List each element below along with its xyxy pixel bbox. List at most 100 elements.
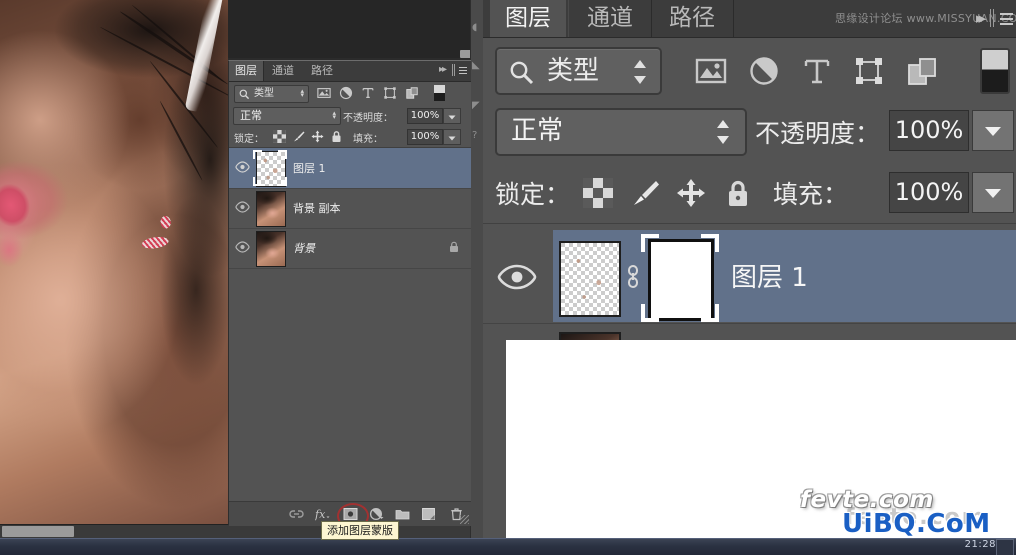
lock-all-icon[interactable] [723,178,753,208]
opacity-label: 不透明度： [755,119,881,148]
eye-icon[interactable] [497,264,537,290]
document-photo[interactable] [0,0,228,524]
tab-layers-small[interactable]: 图层 [229,61,264,81]
opacity-label-small: 不透明度： [343,113,393,124]
panel-menu-icon-small[interactable] [457,65,468,76]
fill-label-small: 填充： [353,134,383,145]
layer-style-icon[interactable]: fx [315,507,330,521]
search-icon [510,61,534,85]
new-layer-icon[interactable] [421,507,436,521]
eye-icon[interactable] [235,241,250,253]
lock-transparency-icon-small[interactable] [273,130,286,143]
svg-text:fx: fx [315,508,326,521]
pixel-layer-icon[interactable] [695,56,727,86]
lock-position-move-icon-small[interactable] [311,130,324,143]
eye-icon[interactable] [235,161,250,173]
table-row[interactable]: 背景 副本 [229,188,471,229]
small-filter-row: 类型 ▴ ▾ [229,82,471,104]
filter-type-dropdown[interactable]: 类型 [495,47,662,95]
tab-paths[interactable]: 路径 [651,0,734,37]
layer-name[interactable]: 图层 1 [731,257,808,294]
shape-layer-icon[interactable] [853,56,885,86]
link-layers-icon[interactable] [289,507,304,521]
lock-transparency-icon[interactable] [583,178,613,208]
os-taskbar[interactable] [0,538,1016,555]
tab-channels[interactable]: 通道 [568,0,652,37]
collapse-panel-icon-small[interactable]: ▸▸ [439,64,447,75]
table-row-selected[interactable]: 图层 1 [483,230,1016,322]
fill-dropdown-arrow[interactable] [972,172,1014,213]
link-icon[interactable] [623,264,643,290]
layers-panel-small[interactable]: 图层 通道 路径 ▸▸ 类型 ▴ ▾ 正常 ▴ ▾ 不透明度： 100% 锁定：… [228,60,471,529]
document-horizontal-scrollbar-thumb[interactable] [2,526,74,537]
mask-selection-corners [641,234,719,322]
panel-grip-small[interactable] [452,64,455,76]
lock-image-brush-icon[interactable] [630,178,660,208]
panel-resize-grip[interactable] [460,515,469,524]
smart-object-icon[interactable] [405,86,419,100]
photo-lip-lower [0,228,30,272]
tab-paths-small[interactable]: 路径 [303,61,341,81]
chevron-updown-icon[interactable] [632,59,648,85]
tab-layers[interactable]: 图层 [490,0,566,37]
dock-glyph: ◣ [472,60,480,71]
new-adjustment-layer-icon[interactable] [369,507,384,521]
chevron-down-icon [448,115,456,120]
panel-grip[interactable] [990,9,994,27]
opacity-dropdown-arrow[interactable] [972,110,1014,151]
lock-label: 锁定： [495,180,571,209]
fill-dropdown-arrow-small[interactable] [443,129,461,145]
magnified-panel-tabbar: 图层 通道 路径 思缘设计论坛 www.MISSYUAN.COM ▸▸ [483,0,1016,38]
blend-mode-dropdown[interactable]: 正常 [495,108,747,156]
new-group-icon[interactable] [395,507,410,521]
pixel-layer-icon[interactable] [317,86,331,100]
taskbar-tray-button[interactable] [996,539,1014,555]
lock-position-move-icon[interactable] [676,178,706,208]
magnified-blend-row: 正常 不透明度： 100% [483,101,1016,162]
panel-menu-icon[interactable] [997,10,1014,26]
small-blend-row: 正常 ▴ ▾ 不透明度： 100% [229,105,471,125]
magnified-lock-row: 锁定： 填充： 100% [483,163,1016,224]
chevron-updown-icon-blend-small[interactable]: ▴ ▾ [332,110,336,121]
fill-label: 填充： [773,180,849,209]
small-lock-row: 锁定： 填充： 100% [229,126,471,148]
chevron-down-icon [985,189,1001,198]
layer-name[interactable]: 背景 副本 [293,200,341,216]
shape-layer-icon[interactable] [383,86,397,100]
fill-value[interactable]: 100% [889,172,969,213]
filter-toggle-swatch[interactable] [980,48,1010,94]
eye-icon[interactable] [235,201,250,213]
layer-thumbnail[interactable] [559,241,621,317]
blend-mode-dropdown-small[interactable]: 正常 ▴ ▾ [233,107,341,125]
chevron-updown-icon-blend[interactable] [715,119,731,145]
layer-thumbnail[interactable] [256,231,286,267]
fill-value-small[interactable]: 100% [407,129,443,145]
table-row[interactable]: 图层 1 [229,148,471,189]
type-layer-icon[interactable] [361,86,375,100]
tab-channels-small[interactable]: 通道 [264,61,302,81]
chevron-down-icon [985,127,1001,136]
checker-pattern [561,243,619,315]
forum-watermark: 思缘设计论坛 www.MISSYUAN.COM [835,12,1016,25]
layer-name[interactable]: 背景 [293,240,315,256]
lock-image-brush-icon-small[interactable] [292,130,305,143]
table-row[interactable]: 背景 [229,228,471,269]
filter-toggle-swatch-small[interactable] [434,85,445,101]
filter-type-value-small: 类型 [254,88,274,99]
chevron-updown-icon-small[interactable]: ▴ ▾ [300,88,304,99]
opacity-dropdown-arrow-small[interactable] [443,108,461,124]
type-layer-icon[interactable] [801,56,833,86]
adjustment-layer-icon[interactable] [339,86,353,100]
panel-dock-strip[interactable]: ◖ ◣ ◤ ? [470,0,484,538]
layer-name[interactable]: 图层 1 [293,160,326,176]
adjustment-layer-icon[interactable] [748,56,780,86]
opacity-value[interactable]: 100% [889,110,969,151]
layer-thumbnail[interactable] [256,191,286,227]
collapse-panel-icon[interactable]: ▸▸ [976,9,986,27]
filter-type-dropdown-small[interactable]: 类型 ▴ ▾ [234,85,309,103]
dock-glyph: ◤ [472,100,480,111]
smart-object-icon[interactable] [906,56,938,86]
lock-all-icon-small[interactable] [330,130,343,143]
opacity-value-small[interactable]: 100% [407,108,443,124]
layers-list-small[interactable]: 图层 1 背景 副本 背景 [229,148,471,500]
